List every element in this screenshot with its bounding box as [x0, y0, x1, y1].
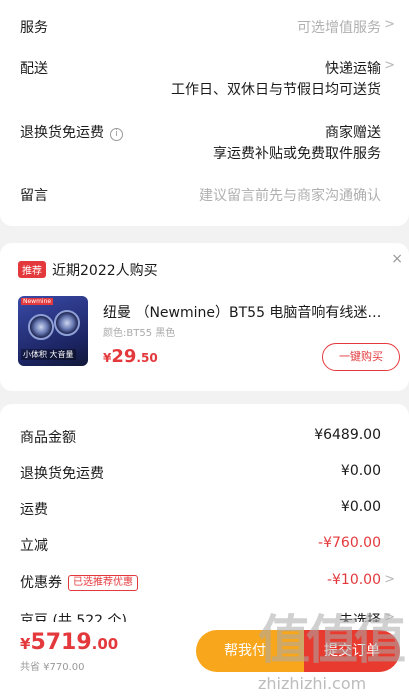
- total-price-dec: .00: [91, 635, 119, 653]
- summary-label: 立减: [20, 538, 48, 554]
- chevron-right-icon: >: [384, 572, 395, 587]
- info-icon[interactable]: i: [110, 128, 123, 141]
- summary-label: 商品金额: [20, 430, 76, 446]
- service-label: 服务: [20, 20, 48, 36]
- recommend-badge: 推荐: [18, 261, 46, 278]
- product-price-int: 29: [111, 346, 137, 367]
- coupon-label: 优惠券 已选推荐优惠: [20, 572, 138, 592]
- delivery-note: 工作日、双休日与节假日均可送货: [171, 82, 381, 98]
- coupon-label-text: 优惠券: [20, 575, 62, 591]
- close-icon[interactable]: ×: [391, 251, 403, 267]
- one-click-buy-button[interactable]: 一键购买: [322, 343, 400, 371]
- watermark-url: zhizhizhi.com: [258, 674, 367, 693]
- summary-label: 运费: [20, 502, 48, 518]
- summary-label: 退换货免运费: [20, 466, 104, 482]
- speaker-graphic: [54, 310, 80, 336]
- order-options-card: 服务 可选增值服务 > 配送 快递运输 > 工作日、双休日与节假日均可送货 退换…: [0, 0, 409, 226]
- coupon-tag: 已选推荐优惠: [68, 575, 138, 591]
- delivery-row[interactable]: 配送 快递运输 > 工作日、双休日与节假日均可送货: [20, 58, 395, 98]
- product-spec: 颜色:BT55 黑色: [103, 328, 176, 339]
- summary-value: ¥6489.00: [314, 427, 381, 443]
- total-price: ¥5719.00: [20, 630, 118, 655]
- discount-value: -¥760.00: [318, 535, 381, 551]
- product-name[interactable]: 纽曼 （Newmine）BT55 电脑音响有线迷你桌面音箱: [103, 302, 388, 322]
- product-price-dec: .50: [136, 351, 158, 365]
- watermark-logo: 值值值: [258, 611, 406, 671]
- speaker-graphic: [28, 314, 54, 340]
- service-value: 可选增值服务: [297, 20, 381, 36]
- message-input[interactable]: 建议留言前先与商家沟通确认: [199, 185, 381, 205]
- return-shipping-note: 享运费补贴或免费取件服务: [213, 146, 381, 162]
- product-image-brand: Newmine: [21, 298, 54, 305]
- message-label: 留言: [20, 188, 48, 204]
- total-price-symbol: ¥: [20, 635, 31, 653]
- saved-amount: 共省 ¥770.00: [20, 662, 85, 673]
- recent-purchase-text: 近期2022人购买: [52, 263, 158, 279]
- summary-value: ¥0.00: [340, 463, 381, 479]
- chevron-right-icon: >: [384, 17, 395, 32]
- return-shipping-label: 退换货免运费 i: [20, 122, 123, 142]
- chevron-right-icon: >: [384, 58, 395, 73]
- delivery-label: 配送: [20, 61, 48, 77]
- return-shipping-row[interactable]: 退换货免运费 i 商家赠送 享运费补贴或免费取件服务: [20, 122, 395, 162]
- product-price: ¥29.50: [103, 346, 158, 367]
- coupon-value: -¥10.00: [326, 572, 381, 588]
- return-shipping-label-text: 退换货免运费: [20, 125, 104, 141]
- product-image-caption: 小体积 大音量: [21, 349, 76, 360]
- delivery-method: 快递运输: [325, 61, 381, 77]
- total-price-int: 5719: [30, 630, 92, 655]
- summary-value: ¥0.00: [340, 499, 381, 515]
- product-image[interactable]: Newmine 小体积 大音量: [18, 296, 88, 366]
- return-shipping-value: 商家赠送: [325, 125, 381, 141]
